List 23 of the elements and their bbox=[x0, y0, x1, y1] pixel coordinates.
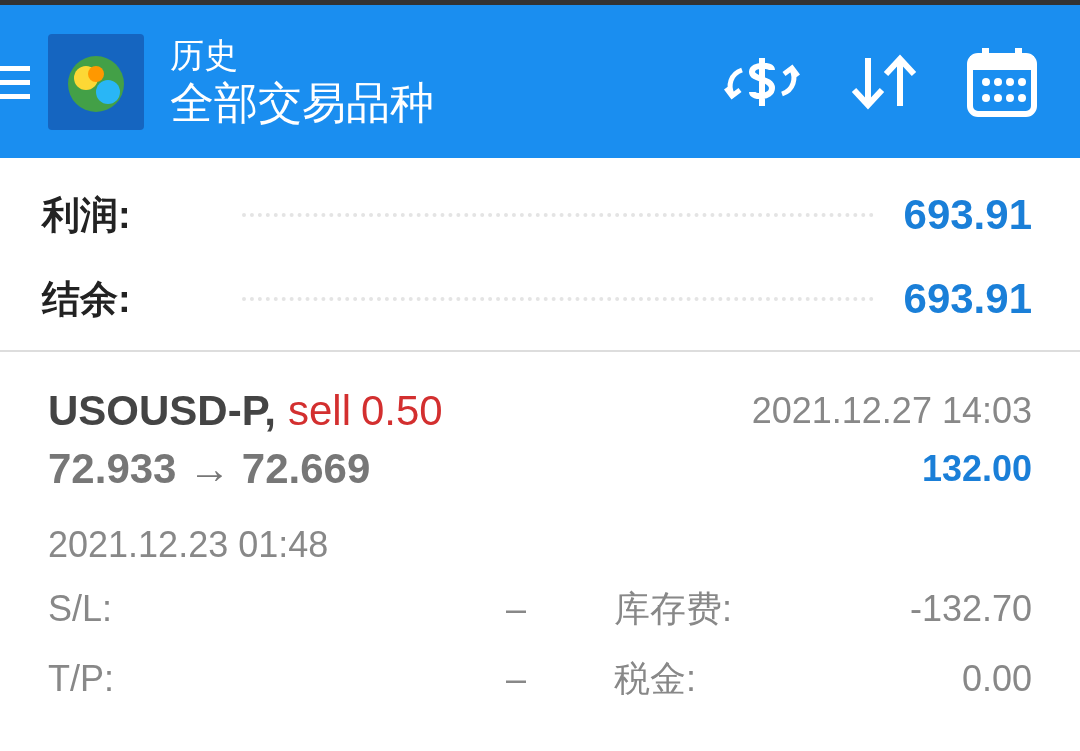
trade-volume: 0.50 bbox=[361, 387, 443, 435]
detail-label: 库存费: bbox=[613, 586, 733, 631]
open-time: 2021.12.23 01:48 bbox=[48, 524, 329, 566]
detail-value: – bbox=[505, 658, 527, 700]
trade-profit: 132.00 bbox=[921, 448, 1032, 490]
summary-value: 693.91 bbox=[903, 191, 1032, 239]
summary-label: 结余: bbox=[42, 276, 132, 322]
detail-value: 0.00 bbox=[961, 658, 1032, 700]
detail-label: S/L: bbox=[48, 588, 114, 630]
summary-value: 693.91 bbox=[903, 275, 1032, 323]
detail-label: T/P: bbox=[48, 658, 115, 700]
app-logo-icon bbox=[48, 33, 144, 130]
symbol-filter[interactable]: 全部交易品种 bbox=[170, 75, 434, 130]
screen-title: 历史 bbox=[170, 34, 239, 76]
trade-symbol: USOUSD-P, bbox=[48, 387, 276, 435]
trade-type: sell bbox=[287, 387, 351, 435]
calendar-icon[interactable] bbox=[966, 45, 1038, 118]
summary-label: 利润: bbox=[42, 192, 132, 238]
detail-value: – bbox=[505, 588, 527, 630]
detail-label: 税金: bbox=[613, 656, 697, 701]
trade-prices: 72.933 → 72.669 bbox=[48, 445, 371, 493]
detail-value: -132.70 bbox=[909, 588, 1032, 630]
close-time: 2021.12.27 14:03 bbox=[751, 390, 1032, 432]
